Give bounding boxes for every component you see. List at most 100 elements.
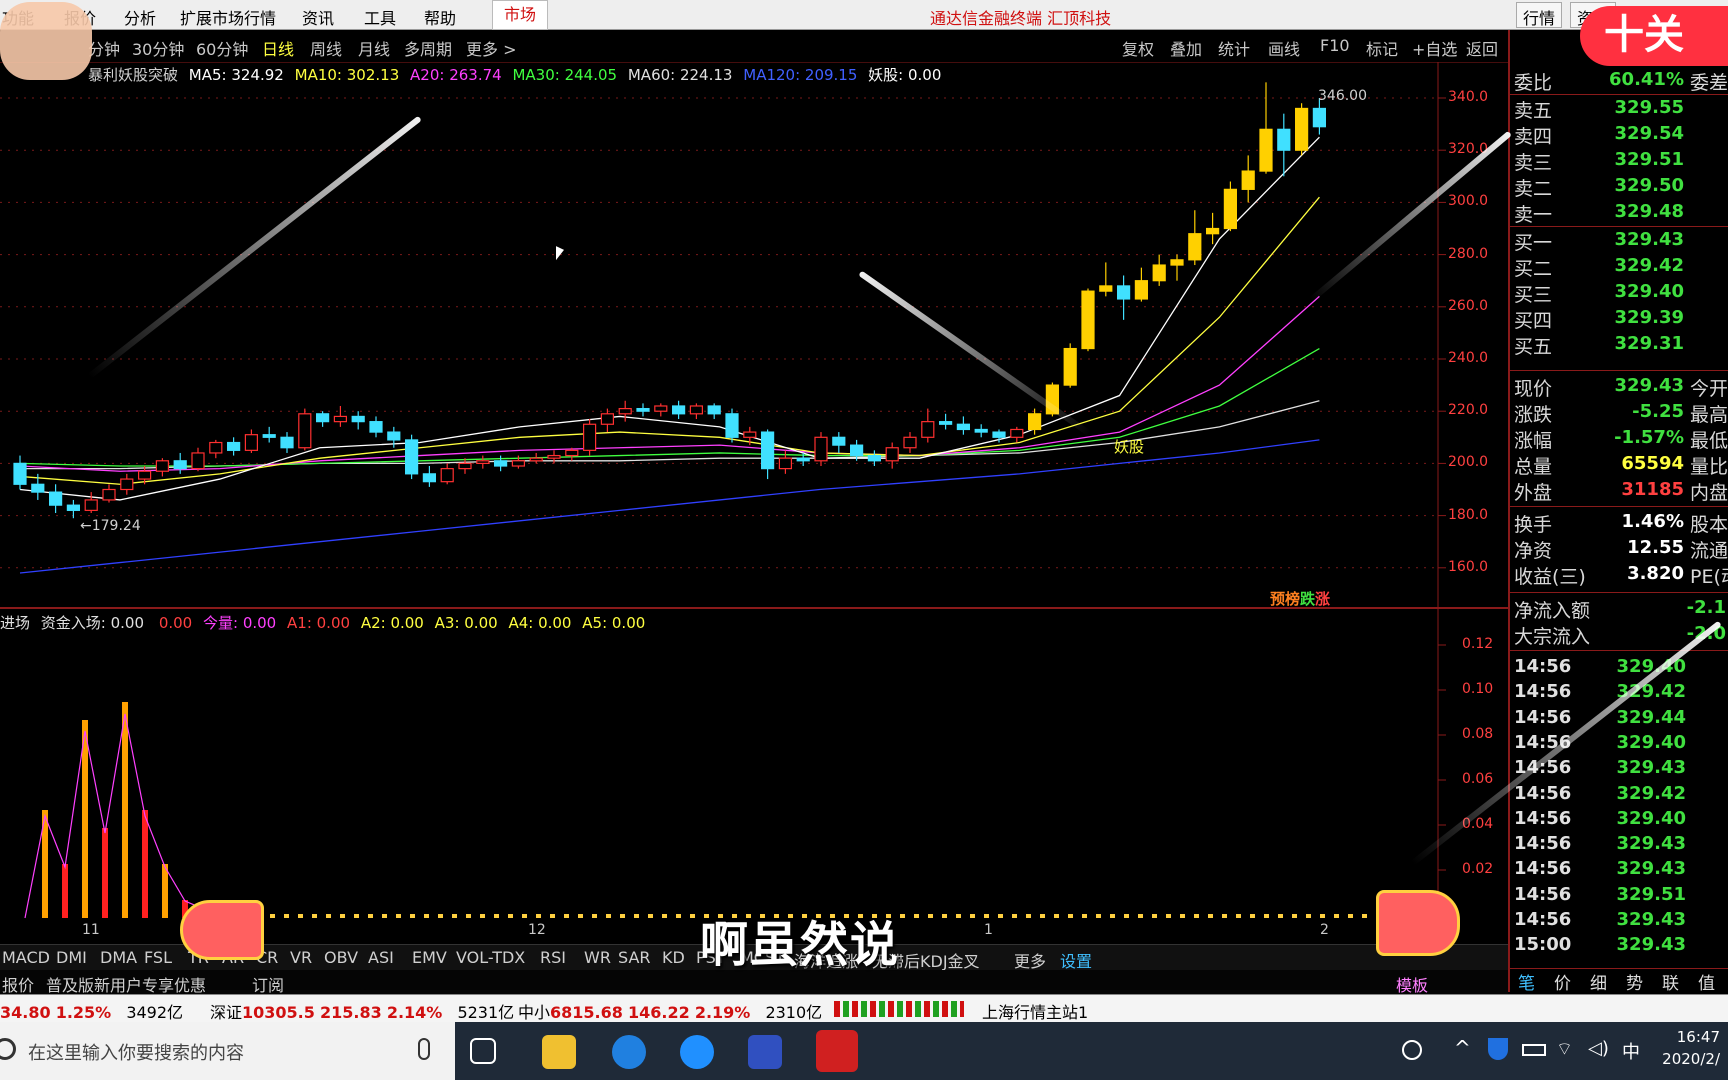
bid-row[interactable]: 买一 329.43 (1510, 228, 1728, 254)
tick-row: 15:00 329.43 (1510, 934, 1728, 960)
menu-help[interactable]: 帮助 (424, 5, 456, 29)
ask-row[interactable]: 卖五 329.55 (1510, 96, 1728, 122)
search-input[interactable]: 在这里输入你要搜索的内容 (28, 1039, 244, 1065)
candle-body (31, 483, 45, 493)
system-clock[interactable]: 16:47 2020/2/ (1650, 1028, 1720, 1068)
bid-row[interactable]: 买三 329.40 (1510, 280, 1728, 306)
ask-row[interactable]: 卖二 329.50 (1510, 174, 1728, 200)
wifi-icon[interactable]: ⌔ (1556, 1038, 1573, 1061)
period-weekly[interactable]: 周线 (310, 36, 342, 60)
quote-row[interactable]: 涨跌 -5.25 最高 (1510, 400, 1728, 426)
indicator-tab[interactable]: DMA (100, 948, 137, 967)
file-explorer-icon[interactable] (542, 1035, 576, 1069)
indicator-tab[interactable]: ASI (368, 948, 394, 967)
bid-row-value: 329.40 (1614, 281, 1684, 302)
tool-stats[interactable]: 统计 (1218, 36, 1250, 60)
index-zx-value: 6815.68 (550, 1003, 623, 1022)
panel-tab[interactable]: 价 (1554, 969, 1571, 994)
app-icon[interactable] (748, 1035, 782, 1069)
promo-subscribe[interactable]: 订阅 (252, 972, 284, 996)
period-daily[interactable]: 日线 (262, 36, 294, 60)
rank-badges[interactable]: 预榜跌涨 (1270, 588, 1330, 609)
ask-row[interactable]: 卖四 329.54 (1510, 122, 1728, 148)
menu-analysis[interactable]: 分析 (124, 5, 156, 29)
period-more[interactable]: 更多 > (466, 36, 517, 60)
index-sh[interactable]: 34.80 1.25% 3492亿 (0, 999, 183, 1023)
indicator-tab[interactable]: 设置 (1060, 948, 1092, 972)
period-multi[interactable]: 多周期 (404, 36, 452, 60)
tool-f10[interactable]: F10 (1320, 36, 1350, 55)
bid-row[interactable]: 买五 329.31 (1510, 332, 1728, 358)
bid-row[interactable]: 买四 329.39 (1510, 306, 1728, 332)
flow-row[interactable]: 净流入额 -2.1 (1510, 596, 1728, 622)
ie-icon[interactable] (680, 1035, 714, 1069)
indicator-tab[interactable]: DMI (56, 948, 87, 967)
bid-row-value: 329.31 (1614, 333, 1684, 354)
period-60min[interactable]: 60分钟 (196, 36, 248, 60)
tool-adjust[interactable]: 复权 (1122, 36, 1154, 60)
indicator-tab[interactable]: FSL (144, 948, 172, 967)
quote-row[interactable]: 涨幅 -1.57% 最低 (1510, 426, 1728, 452)
indicator-tab[interactable]: EMV (412, 948, 447, 967)
indicator-tab[interactable]: VOL-TDX (456, 948, 525, 967)
promo-offer[interactable]: 普及版新用户专享优惠 (46, 972, 206, 996)
shield-icon[interactable] (1488, 1038, 1508, 1060)
quote-button[interactable]: 行情 (1516, 2, 1563, 28)
ime-indicator[interactable]: 中 (1622, 1038, 1640, 1064)
task-view-icon[interactable] (470, 1038, 496, 1064)
taskbar-search[interactable]: 在这里输入你要搜索的内容 (0, 1022, 455, 1080)
stat-row[interactable]: 换手 1.46% 股本 (1510, 510, 1728, 536)
browser-icon[interactable] (612, 1035, 646, 1069)
tool-back[interactable]: 返回 (1466, 36, 1498, 60)
tool-draw[interactable]: 画线 (1268, 36, 1300, 60)
indicator-tab[interactable]: KD (662, 948, 685, 967)
indicator-tab[interactable]: MACD (2, 948, 50, 967)
period-monthly[interactable]: 月线 (358, 36, 390, 60)
period-1min[interactable]: 分钟 (88, 36, 120, 60)
indicator-tab[interactable]: SAR (618, 948, 651, 967)
tool-mark[interactable]: 标记 (1366, 36, 1398, 60)
server-status[interactable]: 上海行情主站1 (982, 999, 1088, 1023)
weibi-row[interactable]: 委比 60.41% 委差 (1510, 68, 1728, 94)
quote-row[interactable]: 总量 65594 量比 (1510, 452, 1728, 478)
panel-tab[interactable]: 细 (1590, 969, 1607, 994)
panel-tab[interactable]: 值 (1698, 969, 1715, 994)
promo-template[interactable]: 模板 (1396, 972, 1428, 996)
quote-row[interactable]: 现价 329.43 今开 (1510, 374, 1728, 400)
tick-price: 329.42 (1616, 782, 1686, 804)
indicator-tab[interactable]: VR (290, 948, 312, 967)
microphone-icon[interactable] (418, 1038, 430, 1060)
indicator-tab[interactable]: OBV (324, 948, 358, 967)
menu-market[interactable]: 市场 (492, 0, 548, 30)
menu-extended-market[interactable]: 扩展市场行情 (180, 5, 276, 29)
price-tick-label: 200.0 (1448, 454, 1489, 471)
indicator-tab[interactable]: 更多 (1014, 948, 1046, 972)
bid-row[interactable]: 买二 329.42 (1510, 254, 1728, 280)
stat-row[interactable]: 收益(三) 3.820 PE(动) (1510, 562, 1728, 588)
panel-tab[interactable]: 势 (1626, 969, 1643, 994)
stat-row[interactable]: 净资 12.55 流通 (1510, 536, 1728, 562)
panel-tab[interactable]: 联 (1662, 969, 1679, 994)
menu-news[interactable]: 资讯 (302, 5, 334, 29)
quote-row[interactable]: 外盘 31185 内盘 (1510, 478, 1728, 504)
people-icon[interactable] (1402, 1040, 1422, 1060)
tdx-app-icon[interactable] (816, 1030, 858, 1072)
battery-icon[interactable] (1522, 1044, 1546, 1056)
menu-tools[interactable]: 工具 (364, 5, 396, 29)
kline-chart-area[interactable]: 340.0 320.0 300.0 280.0 260.0 240.0 220.0 200.0… (0, 62, 1508, 938)
tool-add-watchlist[interactable]: +自选 (1412, 36, 1457, 60)
volume-icon[interactable]: ◁) (1588, 1038, 1609, 1059)
panel-tab[interactable]: 笔 (1518, 969, 1535, 994)
ask-row[interactable]: 卖三 329.51 (1510, 148, 1728, 174)
indicator-tab[interactable]: RSI (540, 948, 566, 967)
index-zx[interactable]: 中小6815.68 146.22 2.19% 2310亿 (518, 999, 822, 1023)
promo-quote[interactable]: 报价 (2, 972, 34, 996)
index-sz[interactable]: 深证10305.5 215.83 2.14% 5231亿 (210, 999, 514, 1023)
period-30min[interactable]: 30分钟 (132, 36, 184, 60)
tool-overlay[interactable]: 叠加 (1170, 36, 1202, 60)
chevron-up-icon[interactable]: ^ (1454, 1036, 1471, 1060)
indicator-tab[interactable]: WR (584, 948, 611, 967)
ask-row[interactable]: 卖一 329.48 (1510, 200, 1728, 226)
tick-row: 14:56 329.40 (1510, 732, 1728, 758)
ask-row-value: 329.50 (1614, 175, 1684, 196)
